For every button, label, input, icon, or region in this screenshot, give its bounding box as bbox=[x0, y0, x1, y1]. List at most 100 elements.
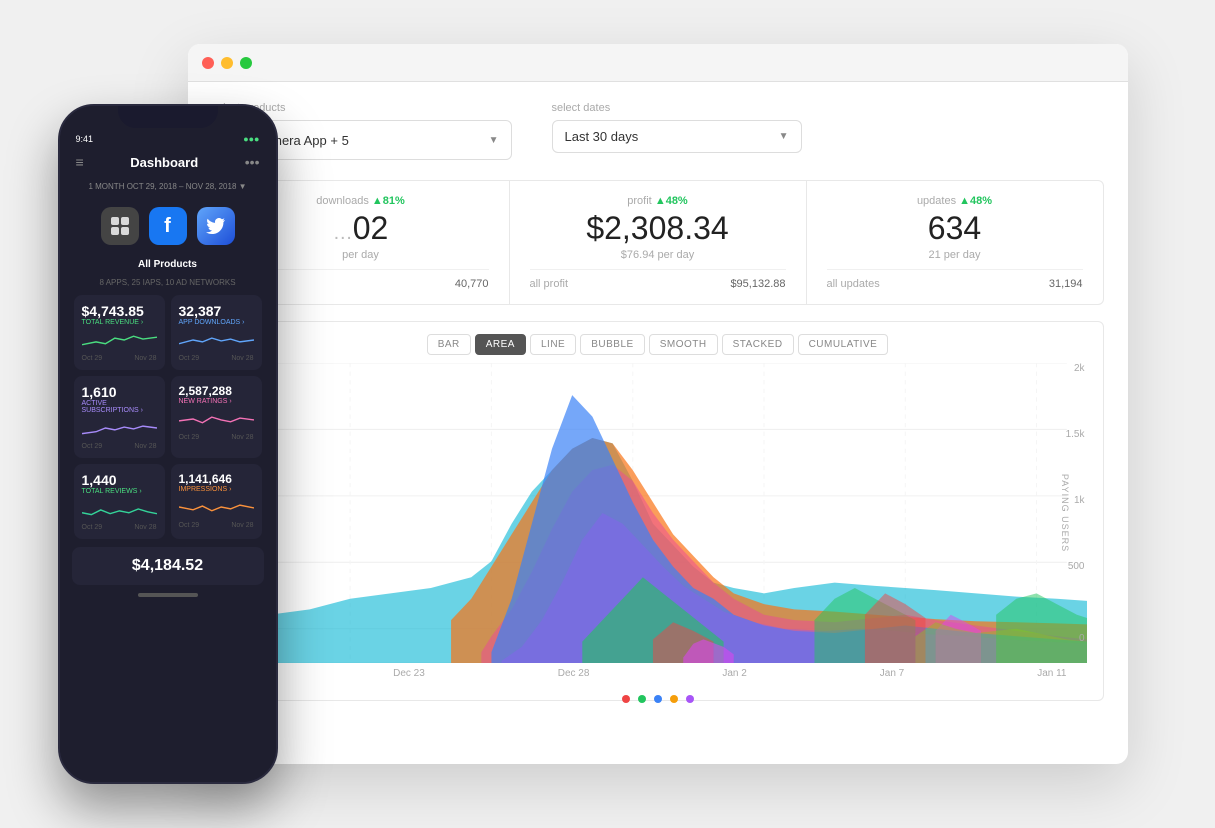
profit-change: ▲48% bbox=[655, 195, 688, 207]
bar-chart-button[interactable]: BAR bbox=[427, 334, 471, 355]
profit-stat: profit ▲48% $2,308.34 $76.94 per day all… bbox=[510, 181, 807, 304]
updates-stat: updates ▲48% 634 21 per day all updates … bbox=[807, 181, 1103, 304]
cumulative-chart-button[interactable]: CUMULATIVE bbox=[798, 334, 889, 355]
phone-wrapper: 9:41 ●●● ≡ Dashboard ••• 1 MONTH OCT 29,… bbox=[58, 104, 278, 784]
stats-row: downloads ▲81% …02 per day 40,770 p bbox=[212, 180, 1104, 305]
more-options-icon[interactable]: ••• bbox=[245, 154, 260, 170]
legend-dot-blue bbox=[654, 695, 662, 703]
y-axis-0: 0 bbox=[1079, 633, 1085, 644]
x-axis-labels: Dec 18 Dec 23 Dec 28 Jan 2 Jan 7 Jan 11 bbox=[229, 664, 1067, 683]
dates-value: Last 30 days bbox=[565, 129, 771, 144]
maximize-button[interactable] bbox=[240, 57, 252, 69]
chart-container: BAR AREA LINE BUBBLE SMooth STACKED CUMU… bbox=[212, 321, 1104, 701]
phone-reviews-card[interactable]: 1,440 TOTAL REVIEWS › Oct 29 Nov 28 bbox=[74, 464, 165, 539]
phone-revenue-card[interactable]: $4,743.85 TOTAL REVENUE › Oct 29 Nov 28 bbox=[74, 295, 165, 370]
phone-ratings-chart bbox=[179, 409, 254, 429]
updates-sub: 21 per day bbox=[827, 249, 1083, 261]
phone-time: 9:41 bbox=[76, 134, 94, 144]
phone-subscriptions-label: ACTIVE SUBSCRIPTIONS › bbox=[82, 400, 157, 414]
smooth-chart-button[interactable]: SMooth bbox=[649, 334, 718, 355]
phone-subscriptions-value: 1,610 bbox=[82, 384, 157, 400]
phone-status-bar: 9:41 ●●● bbox=[72, 134, 264, 144]
legend-dot-amber bbox=[670, 695, 678, 703]
chart-type-buttons: BAR AREA LINE BUBBLE SMooth STACKED CUMU… bbox=[229, 334, 1087, 355]
dates-dropdown[interactable]: Last 30 days ▼ bbox=[552, 120, 802, 153]
phone-downloads-chart bbox=[179, 330, 254, 350]
stacked-chart-button[interactable]: STACKED bbox=[722, 334, 794, 355]
y-axis-1k: 1k bbox=[1074, 495, 1085, 506]
area-chart-button[interactable]: AREA bbox=[475, 334, 526, 355]
x-label-dec23: Dec 23 bbox=[393, 668, 425, 679]
x-label-dec28: Dec 28 bbox=[558, 668, 590, 679]
phone-reviews-value: 1,440 bbox=[82, 472, 157, 488]
phone-total-value: $4,184.52 bbox=[82, 557, 254, 575]
phone-section-sub: 8 APPS, 25 IAPS, 10 AD NETWORKS bbox=[72, 278, 264, 287]
phone-home-bar bbox=[138, 593, 198, 597]
phone-subscriptions-card[interactable]: 1,610 ACTIVE SUBSCRIPTIONS › Oct 29 Nov … bbox=[74, 376, 165, 458]
window-titlebar bbox=[188, 44, 1128, 82]
bubble-chart-button[interactable]: BUBBLE bbox=[580, 334, 644, 355]
dates-label: select dates bbox=[552, 102, 802, 114]
phone-total[interactable]: $4,184.52 bbox=[72, 547, 264, 585]
phone-screen: 9:41 ●●● ≡ Dashboard ••• 1 MONTH OCT 29,… bbox=[60, 106, 276, 782]
phone-ratings-label: NEW RATINGS › bbox=[179, 398, 254, 405]
phone-section-label: All Products bbox=[72, 259, 264, 270]
phone-date-range[interactable]: 1 MONTH OCT 29, 2018 – NOV 28, 2018 ▼ bbox=[72, 180, 264, 193]
phone-app-icons: f bbox=[72, 201, 264, 251]
hamburger-icon[interactable]: ≡ bbox=[76, 154, 84, 170]
x-label-jan11: Jan 11 bbox=[1037, 668, 1066, 679]
dates-filter-group: select dates Last 30 days ▼ bbox=[552, 102, 802, 160]
phone-downloads-card[interactable]: 32,387 APP DOWNLOADS › Oct 29 Nov 28 bbox=[171, 295, 262, 370]
filters-row: select products ⊞ Camera App + 5 ▼ selec… bbox=[212, 102, 1104, 160]
products-value: Camera App + 5 bbox=[255, 133, 481, 148]
legend-dot-green bbox=[638, 695, 646, 703]
legend-dot-red bbox=[622, 695, 630, 703]
twitter-icon[interactable] bbox=[197, 207, 235, 245]
phone: 9:41 ●●● ≡ Dashboard ••• 1 MONTH OCT 29,… bbox=[58, 104, 278, 784]
updates-total-label: all updates bbox=[827, 278, 880, 290]
phone-ratings-card[interactable]: 2,587,288 NEW RATINGS › Oct 29 Nov 28 bbox=[171, 376, 262, 458]
phone-notch bbox=[118, 106, 218, 128]
line-chart-button[interactable]: LINE bbox=[530, 334, 576, 355]
phone-revenue-value: $4,743.85 bbox=[82, 303, 157, 319]
phone-impressions-label: IMPRESSIONS › bbox=[179, 486, 254, 493]
chart-end-label: Nov 28 bbox=[134, 355, 156, 362]
y-axis-2k: 2k bbox=[1074, 363, 1085, 374]
all-apps-icon[interactable] bbox=[101, 207, 139, 245]
phone-stats-grid: $4,743.85 TOTAL REVENUE › Oct 29 Nov 28 … bbox=[72, 295, 264, 539]
updates-change: ▲48% bbox=[959, 195, 992, 207]
battery-icon: ●●● bbox=[243, 134, 259, 144]
chevron-down-icon: ▼ bbox=[779, 131, 789, 142]
updates-value: 634 bbox=[827, 211, 1083, 246]
phone-downloads-value: 32,387 bbox=[179, 303, 254, 319]
downloads-change: ▲81% bbox=[372, 195, 405, 207]
phone-revenue-chart bbox=[82, 330, 157, 350]
phone-revenue-label: TOTAL REVENUE › bbox=[82, 319, 157, 326]
area-chart-svg bbox=[229, 363, 1087, 663]
updates-label: updates ▲48% bbox=[827, 195, 1083, 207]
phone-reviews-chart bbox=[82, 499, 157, 519]
updates-total-value: 31,194 bbox=[1049, 278, 1083, 290]
y-axis-1-5k: 1.5k bbox=[1066, 429, 1085, 440]
chart-legend bbox=[229, 691, 1087, 707]
facebook-icon[interactable]: f bbox=[149, 207, 187, 245]
desktop-window: select products ⊞ Camera App + 5 ▼ selec… bbox=[188, 44, 1128, 764]
phone-impressions-value: 1,141,646 bbox=[179, 472, 254, 486]
chevron-down-icon: ▼ bbox=[489, 135, 499, 146]
profit-value: $2,308.34 bbox=[530, 211, 786, 246]
y-axis-500: 500 bbox=[1068, 561, 1085, 572]
minimize-button[interactable] bbox=[221, 57, 233, 69]
x-label-jan2: Jan 2 bbox=[722, 668, 746, 679]
x-label-jan7: Jan 7 bbox=[880, 668, 904, 679]
phone-subscriptions-chart bbox=[82, 418, 157, 438]
profit-total-value: $95,132.88 bbox=[730, 278, 785, 290]
phone-downloads-label: APP DOWNLOADS › bbox=[179, 319, 254, 326]
phone-impressions-chart bbox=[179, 497, 254, 517]
downloads-total-value: 40,770 bbox=[455, 278, 489, 290]
legend-dot-purple bbox=[686, 695, 694, 703]
phone-reviews-label: TOTAL REVIEWS › bbox=[82, 488, 157, 495]
close-button[interactable] bbox=[202, 57, 214, 69]
phone-ratings-value: 2,587,288 bbox=[179, 384, 254, 398]
phone-impressions-card[interactable]: 1,141,646 IMPRESSIONS › Oct 29 Nov 28 bbox=[171, 464, 262, 539]
profit-total-label: all profit bbox=[530, 278, 569, 290]
